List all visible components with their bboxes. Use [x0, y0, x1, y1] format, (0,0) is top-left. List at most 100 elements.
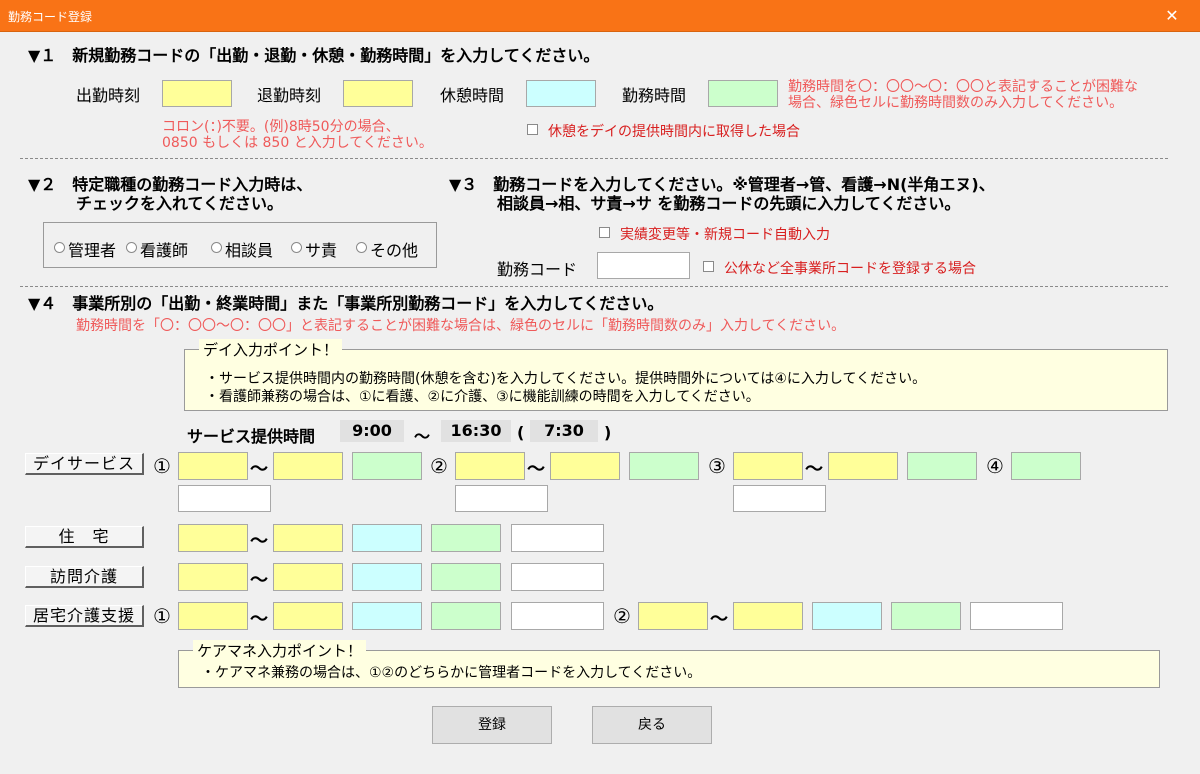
home1-hours-input[interactable] — [431, 602, 501, 630]
radio-other-label: その他 — [370, 241, 419, 260]
auto-input-checkbox[interactable] — [599, 227, 610, 238]
radio-nurse-label: 看護師 — [140, 241, 189, 260]
section3-heading-line2: 相談員→相、サ責→サ を勤務コードの先頭に入力してください。 — [497, 194, 961, 213]
home2-end-input[interactable] — [733, 602, 803, 630]
day-point-title: デイ入力ポイント！ — [199, 339, 343, 360]
day3-code-input[interactable] — [733, 485, 826, 512]
work-time-input[interactable] — [708, 80, 778, 107]
day-input-point-box: デイ入力ポイント！ ・サービス提供時間内の勤務時間(休憩を含む)を入力してくださ… — [184, 339, 1168, 411]
auto-input-label: 実績変更等・新規コード自動入力 — [620, 227, 830, 243]
day3-start-input[interactable] — [733, 452, 803, 480]
day4-hours-input[interactable] — [1011, 452, 1081, 480]
housing-code-input[interactable] — [511, 524, 604, 552]
section3-heading-line1: ▼３ 勤務コードを入力してください。※管理者→管、看護→N(半角エヌ)、 — [449, 175, 995, 194]
start-time-input[interactable] — [162, 80, 232, 107]
day-slot2-mark: ② — [430, 454, 448, 478]
break-time-input[interactable] — [526, 80, 596, 107]
divider-1 — [20, 158, 1168, 159]
service-end-time: 16:30 — [441, 420, 511, 442]
service-start-time: 9:00 — [340, 420, 404, 442]
day-service-button[interactable]: デイサービス — [25, 453, 144, 475]
service-time-close-paren: ) — [604, 423, 612, 442]
radio-counselor-label: 相談員 — [225, 241, 274, 260]
day1-start-input[interactable] — [178, 452, 248, 480]
work-time-note-line1: 勤務時間を〇：〇〇～〇：〇〇と表記することが困難な — [788, 79, 1138, 95]
home2-tilde: ～ — [710, 609, 728, 630]
colon-note-line2: 0850 もしくは 850 と入力してください。 — [162, 135, 433, 151]
service-time-tilde: ～ — [414, 427, 431, 446]
day2-code-input[interactable] — [455, 485, 548, 512]
home1-start-input[interactable] — [178, 602, 248, 630]
housing-hours-input[interactable] — [431, 524, 501, 552]
day1-tilde: ～ — [250, 459, 268, 480]
visit-code-input[interactable] — [511, 563, 604, 591]
break-time-label: 休憩時間 — [440, 86, 505, 105]
all-office-checkbox[interactable] — [703, 261, 714, 272]
day1-code-input[interactable] — [178, 485, 271, 512]
radio-nurse[interactable] — [126, 242, 137, 253]
day1-hours-input[interactable] — [352, 452, 422, 480]
day-slot3-mark: ③ — [708, 454, 726, 478]
home2-code-input[interactable] — [970, 602, 1063, 630]
visit-care-button[interactable]: 訪問介護 — [25, 566, 144, 588]
work-time-note-line2: 場合、緑色セルに勤務時間数のみ入力してください。 — [788, 95, 1124, 111]
service-time-open-paren: ( — [517, 423, 525, 442]
radio-counselor[interactable] — [211, 242, 222, 253]
day-point-line2: ・看護師兼務の場合は、①に看護、②に介護、③に機能訓練の時間を入力してください。 — [205, 389, 760, 405]
close-icon[interactable]: ✕ — [1158, 4, 1186, 28]
break-in-day-checkbox[interactable] — [527, 124, 538, 135]
visit-start-input[interactable] — [178, 563, 248, 591]
day-slot1-mark: ① — [153, 454, 171, 478]
visit-end-input[interactable] — [273, 563, 343, 591]
visit-hours-input[interactable] — [431, 563, 501, 591]
day3-tilde: ～ — [805, 459, 823, 480]
register-button[interactable]: 登録 — [432, 706, 552, 744]
home2-break-input[interactable] — [812, 602, 882, 630]
day3-hours-input[interactable] — [907, 452, 977, 480]
caremana-point-box: ケアマネ入力ポイント！ ・ケアマネ兼務の場合は、①②のどちらかに管理者コードを入… — [178, 640, 1160, 688]
colon-note-line1: コロン(：)不要。(例)8時50分の場合、 — [162, 119, 400, 135]
work-time-label: 勤務時間 — [622, 86, 687, 105]
back-button[interactable]: 戻る — [592, 706, 712, 744]
day-slot4-mark: ④ — [986, 454, 1004, 478]
radio-service-manager[interactable] — [291, 242, 302, 253]
code-label: 勤務コード — [497, 260, 578, 279]
day3-end-input[interactable] — [828, 452, 898, 480]
end-time-input[interactable] — [343, 80, 413, 107]
home1-end-input[interactable] — [273, 602, 343, 630]
housing-start-input[interactable] — [178, 524, 248, 552]
home2-hours-input[interactable] — [891, 602, 961, 630]
radio-other[interactable] — [356, 242, 367, 253]
home1-tilde: ～ — [250, 609, 268, 630]
housing-break-input[interactable] — [352, 524, 422, 552]
day1-end-input[interactable] — [273, 452, 343, 480]
window-title: 勤務コード登録 — [8, 10, 93, 24]
section4-note: 勤務時間を「〇：〇〇～〇：〇〇」と表記することが困難な場合は、緑色のセルに「勤務… — [76, 318, 846, 334]
home-slot1-mark: ① — [153, 604, 171, 628]
section1-heading: ▼１ 新規勤務コードの「出勤・退勤・休憩・勤務時間」を入力してください。 — [28, 46, 600, 65]
home-care-support-button[interactable]: 居宅介護支援 — [25, 605, 144, 627]
day2-start-input[interactable] — [455, 452, 525, 480]
break-in-day-label: 休憩をデイの提供時間内に取得した場合 — [548, 124, 800, 140]
title-bar: 勤務コード登録 ✕ — [0, 0, 1200, 32]
home-slot2-mark: ② — [613, 604, 631, 628]
radio-manager[interactable] — [54, 242, 65, 253]
start-time-label: 出勤時刻 — [76, 86, 141, 105]
day2-hours-input[interactable] — [629, 452, 699, 480]
section4-heading: ▼４ 事業所別の「出勤・終業時間」また「事業所別勤務コード」を入力してください。 — [28, 294, 664, 313]
housing-end-input[interactable] — [273, 524, 343, 552]
home2-start-input[interactable] — [638, 602, 708, 630]
service-time-label: サービス提供時間 — [187, 427, 316, 446]
section2-heading-line2: チェックを入れてください。 — [76, 194, 284, 213]
visit-break-input[interactable] — [352, 563, 422, 591]
divider-2 — [20, 286, 1168, 287]
home1-code-input[interactable] — [511, 602, 604, 630]
day2-tilde: ～ — [527, 459, 545, 480]
code-input[interactable] — [597, 252, 690, 279]
home1-break-input[interactable] — [352, 602, 422, 630]
day2-end-input[interactable] — [550, 452, 620, 480]
housing-button[interactable]: 住 宅 — [25, 526, 144, 548]
day-point-line1: ・サービス提供時間内の勤務時間(休憩を含む)を入力してください。提供時間外につい… — [205, 371, 927, 387]
end-time-label: 退勤時刻 — [257, 86, 322, 105]
caremana-point-line1: ・ケアマネ兼務の場合は、①②のどちらかに管理者コードを入力してください。 — [201, 665, 702, 681]
